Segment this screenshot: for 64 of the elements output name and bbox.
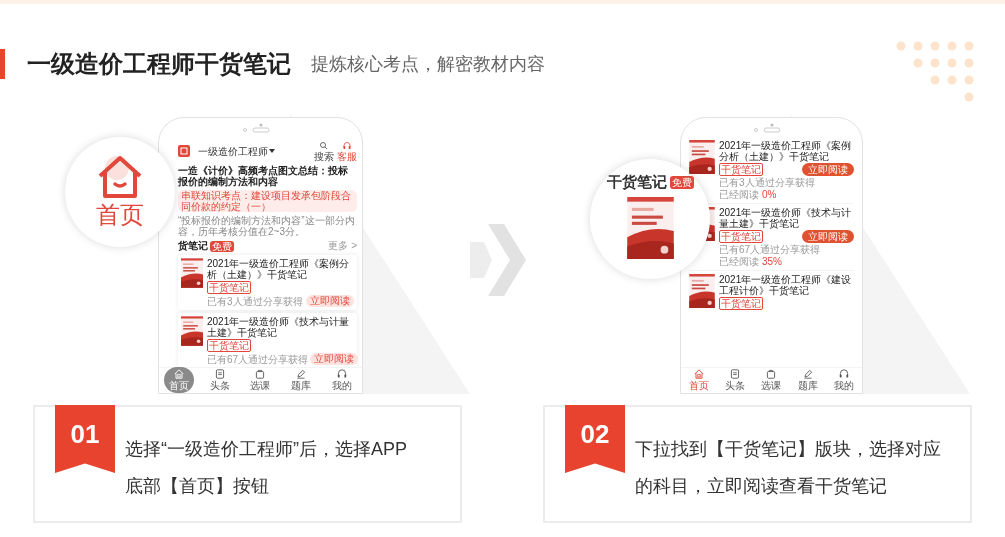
read-percentage: 0% [762, 189, 777, 200]
step-number-badge: 02 [565, 405, 625, 473]
home-label: 首页 [96, 200, 144, 230]
read-button[interactable]: 立即阅读 [802, 163, 854, 176]
article-summary: “投标报价的编制方法和内容”这一部分内容，历年考核分值在2~3分。 [178, 215, 356, 237]
nav-tab[interactable]: 我的 [326, 367, 357, 393]
note-title: 2021年一级造价师《技术与计量土建》干货笔记 [207, 316, 351, 338]
chevron-arrow-icon [470, 224, 526, 296]
note-title: 2021年一级造价工程师《建设工程计价》干货笔记 [719, 274, 853, 296]
note-title: 2021年一级造价工程师《案例分析（土建）》干货笔记 [207, 258, 351, 280]
tag: 干货笔记 [719, 230, 763, 243]
title-accent-bar [0, 48, 5, 79]
search-button[interactable]: 搜索 [314, 140, 334, 162]
step-number-badge: 01 [55, 405, 115, 473]
free-badge: 免费 [669, 175, 694, 189]
document-icon [213, 368, 226, 380]
headset-icon [837, 368, 850, 380]
pencil-icon [295, 368, 308, 380]
share-count: 已有67人通过分享获得 [719, 244, 822, 255]
home-icon [173, 368, 186, 380]
share-count: 已有3人通过分享获得 [207, 295, 303, 307]
nav-tab[interactable]: 题库 [286, 367, 317, 393]
tag: 干货笔记 [719, 297, 763, 310]
search-icon [319, 140, 329, 151]
bag-icon [765, 368, 778, 380]
tag: 干货笔记 [207, 281, 251, 294]
app-title[interactable]: 一级造价工程师 [198, 143, 268, 159]
highlight-link[interactable]: 串联知识考点：建设项目发承包阶段合同价款的约定（一） [178, 190, 357, 212]
note-title: 2021年一级造价师《技术与计量土建》干货笔记 [719, 207, 853, 229]
headset-icon [335, 368, 348, 380]
tag: 干货笔记 [719, 163, 763, 176]
headset-icon [342, 140, 352, 151]
free-badge: 免费 [210, 240, 234, 252]
note-card[interactable]: 2021年一级造价工程师《案例分析（土建）》干货笔记 干货笔记 已有3人通过分享获得 立即阅读 [178, 255, 357, 310]
nav-tab[interactable]: 头条 [720, 367, 751, 393]
article-title[interactable]: 一造《计价》高频考点图文总结：投标报价的编制方法和内容 [178, 165, 357, 187]
share-count: 已有67人通过分享获得 [207, 353, 309, 365]
share-count: 已有3人通过分享获得 [719, 177, 816, 188]
step-description: 选择“一级造价工程师”后，选择APP 底部【首页】按钮 [125, 438, 407, 498]
nav-tab[interactable]: 首页 [684, 367, 715, 393]
nav-tab[interactable]: 我的 [828, 367, 859, 393]
nav-tab[interactable]: 题库 [792, 367, 823, 393]
page-subtitle: 提炼核心考点，解密教材内容 [311, 53, 545, 76]
read-progress-label: 已经阅读 [719, 189, 759, 200]
note-title: 2021年一级造价工程师《案例分析（土建）》干货笔记 [719, 140, 853, 162]
nav-tab[interactable]: 选课 [245, 367, 276, 393]
section-title: 货笔记 [178, 240, 208, 252]
tag: 干货笔记 [207, 339, 251, 352]
section-title: 干货笔记 [606, 173, 667, 191]
caret-icon [269, 149, 275, 153]
bag-icon [254, 368, 267, 380]
read-button[interactable]: 立即阅读 [802, 230, 854, 243]
home-icon [693, 368, 706, 380]
note-card[interactable]: 2021年一级造价师《技术与计量土建》干货笔记 干货笔记 已有67人通过分享获得 立即阅读 [178, 313, 357, 368]
read-progress-label: 已经阅读 [719, 256, 759, 267]
nav-tab[interactable]: 头条 [204, 367, 235, 393]
nav-tab[interactable]: 选课 [756, 367, 787, 393]
service-button[interactable]: 客服 [337, 140, 357, 162]
document-icon [729, 368, 742, 380]
step-description: 下拉找到【干货笔记】版块，选择对应 的科目，立即阅读查看干货笔记 [635, 438, 941, 498]
pencil-icon [801, 368, 814, 380]
page-title: 一级造价工程师干货笔记 [27, 49, 291, 79]
app-logo-icon [178, 145, 190, 157]
read-percentage: 35% [762, 256, 782, 267]
